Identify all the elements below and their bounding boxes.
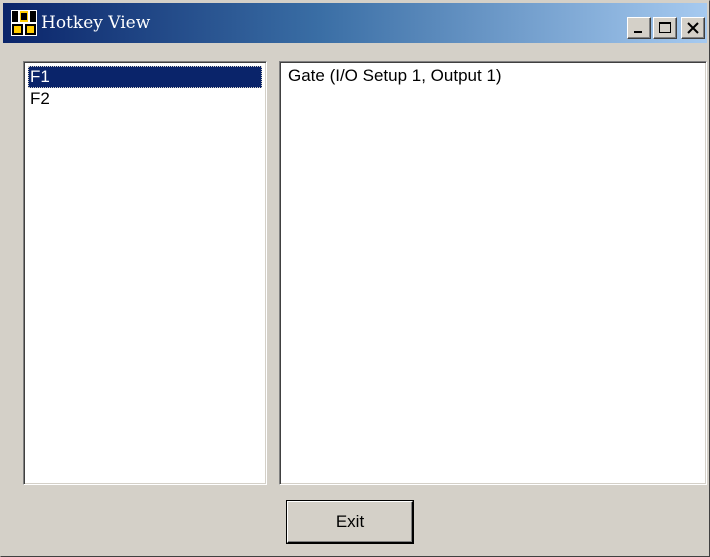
maximize-icon [659,22,671,33]
window-title: Hotkey View [41,13,151,33]
hotkey-detail-item[interactable]: Gate (I/O Setup 1, Output 1) [288,66,502,86]
app-icon[interactable] [11,10,37,36]
close-button[interactable] [681,17,705,39]
hotkey-list[interactable]: F1 F2 [23,61,267,485]
minimize-icon [634,31,642,33]
exit-button[interactable]: Exit [287,501,413,543]
title-bar[interactable]: Hotkey View [3,3,707,43]
hotkey-detail-list[interactable]: Gate (I/O Setup 1, Output 1) [279,61,707,485]
hotkey-view-window: Hotkey View F1 F2 Gate (I/O Setup 1, Out… [0,0,710,557]
hotkey-item-f2[interactable]: F2 [28,88,50,110]
hotkey-item-f1[interactable]: F1 [28,66,262,88]
maximize-button[interactable] [653,17,677,39]
close-icon [687,22,699,34]
minimize-button[interactable] [627,17,651,39]
